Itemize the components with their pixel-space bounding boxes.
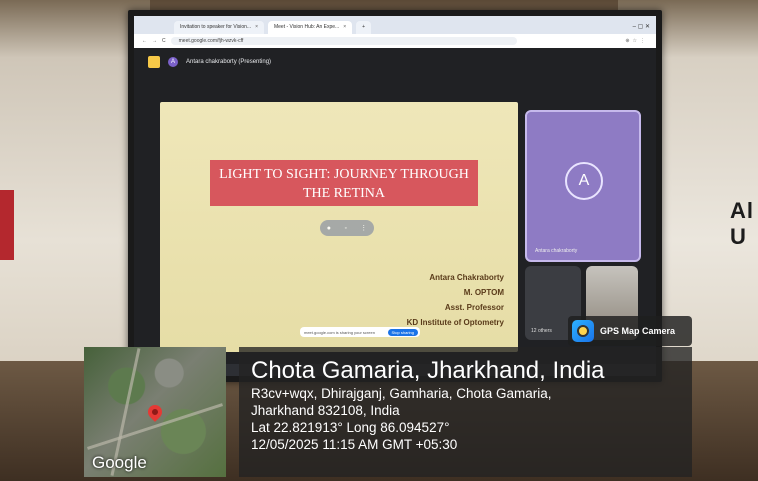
place-name: Chota Gamaria, Jharkhand, India <box>251 357 605 384</box>
address-line-2: Jharkhand 832108, India <box>251 403 400 418</box>
date-time: 12/05/2025 11:15 AM GMT +05:30 <box>251 437 458 452</box>
browser-tab-meet[interactable]: Meet - Vision Hub: An Expe... × <box>267 21 353 34</box>
screen-share-bar: meet.google.com is sharing your screen S… <box>300 327 420 337</box>
browser-tab-invitation[interactable]: Invitation to speaker for Vision... × <box>174 21 264 34</box>
map-thumbnail: Google <box>84 347 226 477</box>
others-count: 12 others <box>531 328 552 334</box>
new-tab-button[interactable]: + <box>356 21 372 34</box>
presentation-slide: LIGHT TO SIGHT: JOURNEY THROUGH THE RETI… <box>160 102 518 352</box>
speaker-name: Antara Chakraborty <box>429 273 504 282</box>
browser-tab-strip: Invitation to speaker for Vision... × Mee… <box>134 16 656 34</box>
reload-icon[interactable]: C <box>162 38 166 44</box>
slide-speaker-info: Antara Chakraborty M. OPTOM Asst. Profes… <box>407 270 504 330</box>
wall-signage: Al U <box>730 198 758 250</box>
forward-icon[interactable]: → <box>152 38 157 44</box>
speaker-position: Asst. Professor <box>444 303 504 312</box>
mic-icon[interactable]: ● <box>327 225 331 232</box>
tab-label: Meet - Vision Hub: An Expe... <box>273 24 340 30</box>
share-text: meet.google.com is sharing your screen <box>304 329 375 335</box>
location-info-panel: Chota Gamaria, Jharkhand, India R3cv+wqx… <box>239 347 692 477</box>
back-icon[interactable]: ← <box>142 38 147 44</box>
meet-logo-icon <box>148 56 160 68</box>
browser-toolbar-icons[interactable]: ⊕☆⋮ <box>625 38 648 44</box>
close-icon[interactable]: × <box>255 24 258 30</box>
presenter-label: Antara chakraborty (Presenting) <box>186 59 272 65</box>
speaker-degree: M. OPTOM <box>463 288 504 297</box>
gps-camera-icon <box>572 320 594 342</box>
window-controls[interactable]: – ▢ ✕ <box>633 21 650 34</box>
wall-signage-line1: Al <box>730 198 754 223</box>
coordinates: Lat 22.821913° Long 86.094527° <box>251 420 450 435</box>
settings-icon[interactable]: ◦ <box>344 225 346 232</box>
address-bar: ← → C meet.google.com/fjh-wzvk-cff ⊕☆⋮ <box>134 34 656 48</box>
slide-title-line2: THE RETINA <box>302 186 386 201</box>
meet-header: A Antara chakraborty (Presenting) <box>148 56 271 68</box>
url-field[interactable]: meet.google.com/fjh-wzvk-cff <box>170 37 517 45</box>
participant-name: Antara chakraborty <box>535 248 578 254</box>
red-banner-strip <box>0 190 14 260</box>
slide-title-line1: LIGHT TO SIGHT: JOURNEY THROUGH <box>219 167 469 182</box>
stop-sharing-button[interactable]: Stop sharing <box>387 328 418 336</box>
google-logo: Google <box>92 453 147 472</box>
participant-avatar: A <box>565 162 603 200</box>
close-icon[interactable]: × <box>343 24 346 30</box>
speaker-institute: KD Institute of Optometry <box>406 318 504 327</box>
wall-signage-line2: U <box>730 224 747 249</box>
more-icon[interactable]: ⋮ <box>360 224 367 232</box>
address-line-1: R3cv+wqx, Dhirajganj, Gamharia, Chota Ga… <box>251 386 552 401</box>
slide-controls[interactable]: ● ◦ ⋮ <box>320 220 374 236</box>
gps-camera-label: GPS Map Camera <box>600 326 676 336</box>
slide-title: LIGHT TO SIGHT: JOURNEY THROUGH THE RETI… <box>210 160 478 206</box>
participant-tile[interactable]: A Antara chakraborty <box>525 110 641 262</box>
gps-camera-badge: GPS Map Camera <box>568 316 692 346</box>
location-pin-icon <box>145 402 165 422</box>
tab-label: Invitation to speaker for Vision... <box>180 24 252 30</box>
presenter-avatar: A <box>168 57 178 67</box>
